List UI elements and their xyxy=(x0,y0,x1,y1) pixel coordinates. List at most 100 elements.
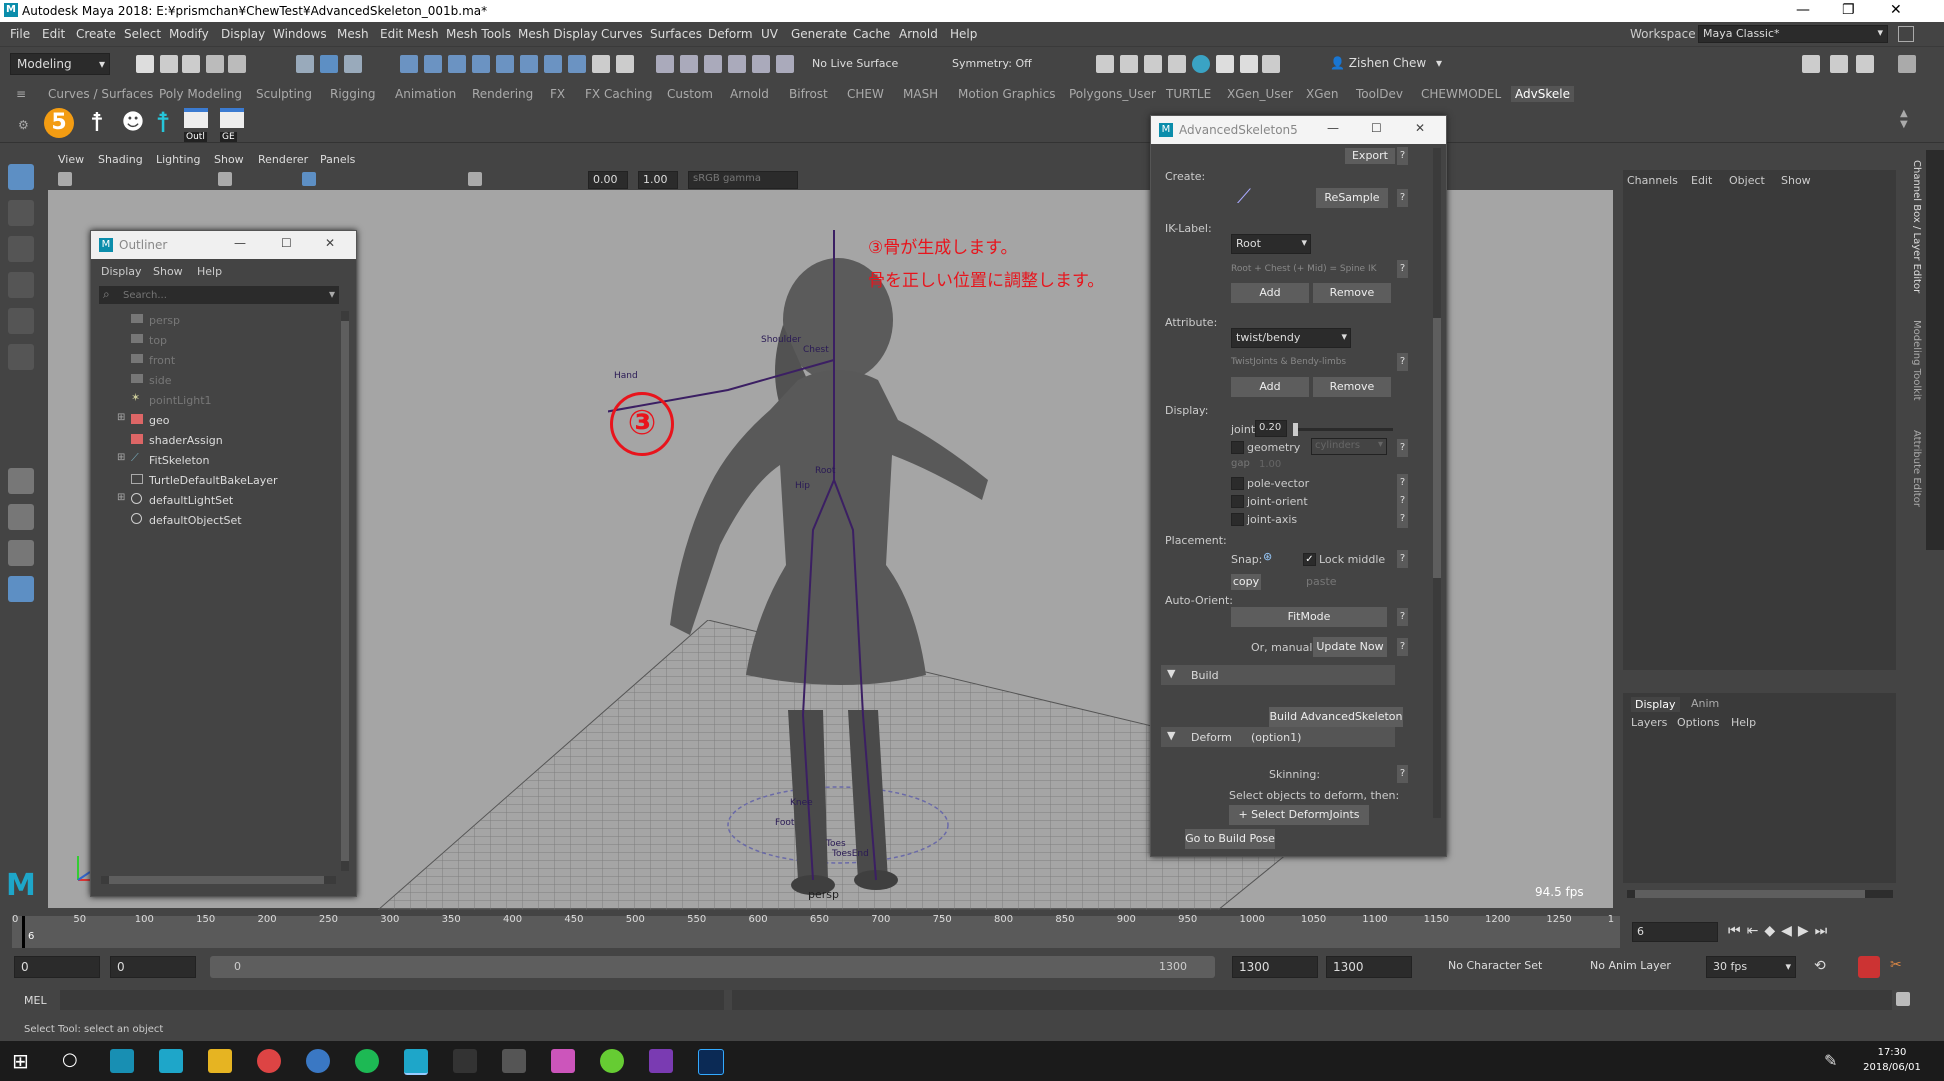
menu-cache[interactable]: Cache xyxy=(853,27,890,41)
go-to-build-pose-button[interactable]: Go to Build Pose xyxy=(1185,829,1275,849)
layout-two-icon[interactable] xyxy=(8,540,34,566)
help-button[interactable]: ? xyxy=(1397,439,1408,457)
script-editor-icon[interactable] xyxy=(1896,992,1910,1006)
side-tab-channel-box[interactable]: Channel Box / Layer Editor xyxy=(1908,160,1922,320)
joint-orient-checkbox[interactable] xyxy=(1231,495,1244,508)
history-icon[interactable] xyxy=(616,55,634,73)
attr-remove-button[interactable]: Remove xyxy=(1313,377,1391,397)
magnet-surface-icon[interactable] xyxy=(728,55,746,73)
face-icon[interactable]: ☻ xyxy=(118,108,148,138)
shelf-tab-poly-modeling[interactable]: Poly Modeling xyxy=(159,87,242,101)
vp-menu-view[interactable]: View xyxy=(58,153,84,166)
ik-label-select[interactable]: Root ▾ xyxy=(1231,234,1311,254)
lock-icon[interactable] xyxy=(592,55,610,73)
layer-menu-options[interactable]: Options xyxy=(1677,716,1719,729)
outliner-shelf-button[interactable]: Outl xyxy=(184,108,212,142)
end-time-field[interactable]: 1300 xyxy=(1232,956,1318,978)
menu-windows[interactable]: Windows xyxy=(273,27,327,41)
search-input[interactable] xyxy=(121,287,315,303)
copy-button[interactable]: copy xyxy=(1231,574,1261,590)
shelf-tab-sculpting[interactable]: Sculpting xyxy=(256,87,312,101)
snap-surface-icon[interactable] xyxy=(496,55,514,73)
playback-controls[interactable]: ⏮⇤◆◀▶⏭ xyxy=(1728,923,1833,939)
shelf-tab-animation[interactable]: Animation xyxy=(395,87,456,101)
pole-vector-checkbox[interactable] xyxy=(1231,477,1244,490)
list-item[interactable]: defaultObjectSet xyxy=(91,511,321,531)
snap-curve-icon[interactable] xyxy=(424,55,442,73)
rotate-tool-icon[interactable] xyxy=(8,308,34,334)
shelf-tab-bifrost[interactable]: Bifrost xyxy=(789,87,828,101)
tool-settings-icon[interactable] xyxy=(1856,55,1874,73)
vp-menu-shading[interactable]: Shading xyxy=(98,153,143,166)
ik-remove-button[interactable]: Remove xyxy=(1313,283,1391,303)
scroll-thumb[interactable] xyxy=(109,876,324,884)
spotify-icon[interactable] xyxy=(355,1049,379,1073)
cb-menu-show[interactable]: Show xyxy=(1781,174,1811,187)
render-settings-icon[interactable] xyxy=(1168,55,1186,73)
scale-tool-icon[interactable] xyxy=(8,344,34,370)
onenote-icon[interactable] xyxy=(649,1049,673,1073)
shelf-settings-icon[interactable]: ⚙ xyxy=(18,118,29,132)
hypershade-icon[interactable] xyxy=(1192,55,1210,73)
shelf-tab-rigging[interactable]: Rigging xyxy=(330,87,375,101)
tab-anim[interactable]: Anim xyxy=(1691,697,1719,710)
search-circle-icon[interactable]: ○ xyxy=(62,1049,78,1070)
menu-mesh-display[interactable]: Mesh Display xyxy=(518,27,598,41)
vertical-scrollbar[interactable] xyxy=(1433,148,1441,818)
menu-modify[interactable]: Modify xyxy=(169,27,209,41)
clock[interactable]: 17:30 2018/06/01 xyxy=(1852,1045,1932,1075)
exposure-field[interactable]: 0.00 xyxy=(588,171,628,189)
side-tab-modeling-toolkit[interactable]: Modeling Toolkit xyxy=(1908,320,1922,420)
unity-icon[interactable] xyxy=(453,1049,477,1073)
side-tab-attribute-editor[interactable]: Attribute Editor xyxy=(1908,430,1922,550)
snap-icon[interactable]: ⊛ xyxy=(1263,550,1272,563)
magnet-point-icon[interactable] xyxy=(704,55,722,73)
slider-handle[interactable] xyxy=(1293,423,1298,436)
open-scene-icon[interactable] xyxy=(160,55,178,73)
skeleton-icon[interactable]: ☨ xyxy=(82,108,112,138)
geometry-checkbox[interactable] xyxy=(1231,441,1244,454)
magnet-icon[interactable] xyxy=(656,55,674,73)
shelf-tab-xgen-user[interactable]: XGen_User xyxy=(1227,87,1293,101)
edge-icon[interactable] xyxy=(306,1049,330,1073)
horizontal-scrollbar[interactable] xyxy=(101,876,336,884)
tab-display[interactable]: Display xyxy=(1631,697,1680,712)
scroll-thumb[interactable] xyxy=(1635,890,1865,898)
menu-edit-mesh[interactable]: Edit Mesh xyxy=(380,27,439,41)
file-explorer-icon[interactable] xyxy=(208,1049,232,1073)
anim-layer-select[interactable]: No Anim Layer xyxy=(1576,956,1686,978)
shelf-tab-curves-surfaces[interactable]: Curves / Surfaces xyxy=(48,87,153,101)
snap-face-icon[interactable] xyxy=(568,55,586,73)
workspace-select[interactable]: Maya Classic* ▾ xyxy=(1698,25,1888,43)
list-item[interactable]: ⊞ geo xyxy=(91,411,321,431)
menu-create[interactable]: Create xyxy=(76,27,116,41)
advskel-five-icon[interactable]: 5 xyxy=(44,108,74,138)
cb-menu-object[interactable]: Object xyxy=(1729,174,1765,187)
list-item[interactable]: TurtleDefaultBakeLayer xyxy=(91,471,321,491)
chat-icon[interactable] xyxy=(600,1049,624,1073)
maximize-button[interactable]: ❐ xyxy=(1842,2,1855,18)
redo-icon[interactable] xyxy=(228,55,246,73)
new-scene-icon[interactable] xyxy=(136,55,154,73)
paste-button[interactable]: paste xyxy=(1306,575,1337,588)
lock-icon[interactable] xyxy=(1898,26,1914,42)
help-button[interactable]: ? xyxy=(1397,510,1408,528)
joint-axis-checkbox[interactable] xyxy=(1231,513,1244,526)
menu-surfaces[interactable]: Surfaces xyxy=(650,27,702,41)
arnold-ipr-icon[interactable] xyxy=(1240,55,1258,73)
scroll-thumb[interactable] xyxy=(1433,318,1441,578)
modeling-toolkit-icon[interactable] xyxy=(1802,55,1820,73)
select-component-icon[interactable] xyxy=(344,55,362,73)
shelf-tab-arnold[interactable]: Arnold xyxy=(730,87,769,101)
layer-menu-help[interactable]: Help xyxy=(1731,716,1756,729)
mel-label[interactable]: MEL xyxy=(24,994,47,1007)
horizontal-scrollbar[interactable] xyxy=(1627,890,1893,898)
ik-add-button[interactable]: Add xyxy=(1231,283,1309,303)
symmetry-label[interactable]: Symmetry: Off xyxy=(952,57,1032,70)
maximize-button[interactable]: ☐ xyxy=(281,236,292,250)
menu-set-select[interactable]: Modeling ▾ xyxy=(10,53,110,75)
build-section-header[interactable]: ▼ Build xyxy=(1161,665,1395,685)
pause-icon[interactable] xyxy=(1262,55,1280,73)
list-item[interactable]: persp xyxy=(91,311,321,331)
joint-size-slider[interactable] xyxy=(1293,423,1393,436)
